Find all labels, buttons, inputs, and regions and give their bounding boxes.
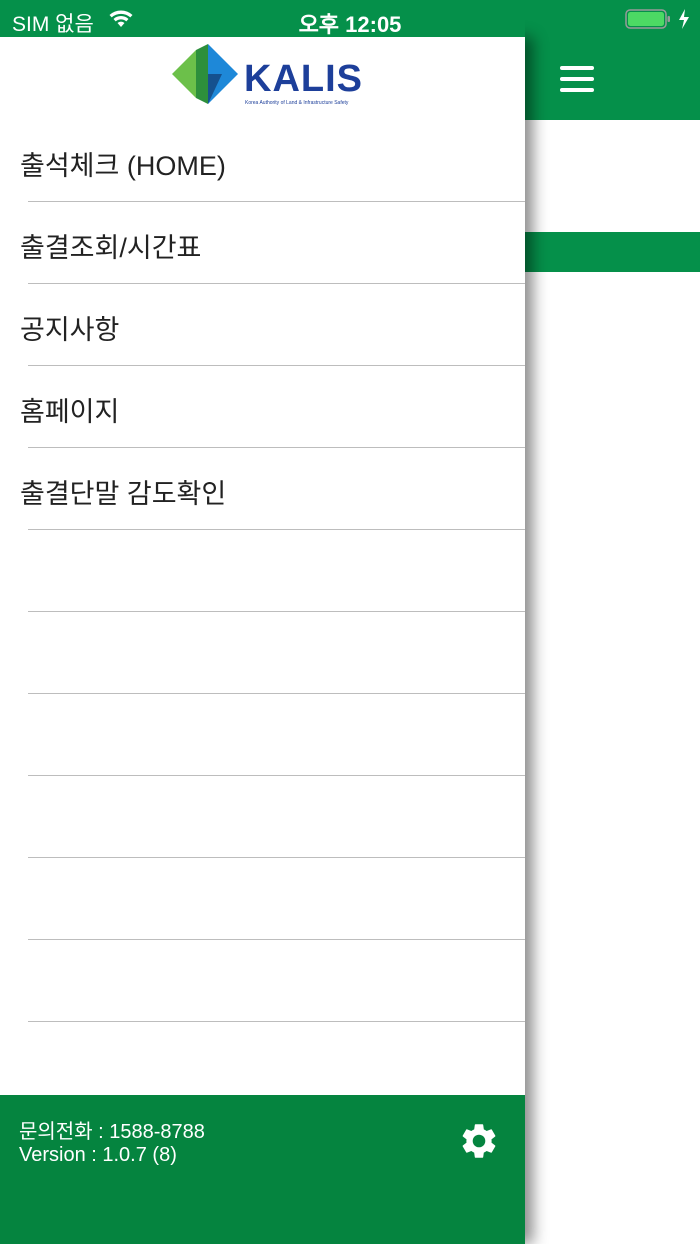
logo-subtitle: Korea Authority of Land & Infrastructure… bbox=[245, 100, 349, 106]
status-bar: SIM 없음 오후 12:05 bbox=[0, 0, 700, 37]
kalis-logo-mark bbox=[172, 44, 238, 104]
menu-item-empty bbox=[0, 858, 525, 940]
drawer-footer: 문의전화 : 1588-8788 Version : 1.0.7 (8) bbox=[0, 1095, 525, 1244]
menu-item-attendance-schedule[interactable]: 출결조회/시간표 bbox=[0, 202, 525, 284]
menu-item-empty bbox=[0, 612, 525, 694]
drawer-menu-list: 출석체크 (HOME) 출결조회/시간표 공지사항 홈페이지 출결단말 감도확인 bbox=[0, 120, 525, 1022]
charging-bolt-icon bbox=[679, 9, 689, 29]
menu-item-empty bbox=[0, 776, 525, 858]
menu-item-label: 출결조회/시간표 bbox=[20, 233, 202, 263]
menu-divider bbox=[28, 1021, 525, 1022]
menu-item-empty bbox=[0, 530, 525, 612]
menu-item-label: 출석체크 (HOME) bbox=[20, 151, 226, 181]
menu-item-terminal-sensitivity[interactable]: 출결단말 감도확인 bbox=[0, 448, 525, 530]
gear-icon[interactable] bbox=[458, 1120, 500, 1162]
app-version: Version : 1.0.7 (8) bbox=[19, 1144, 177, 1166]
main-content-panel bbox=[525, 0, 700, 1244]
logo-wordmark: KALIS bbox=[244, 58, 363, 100]
battery-icon bbox=[625, 9, 670, 29]
menu-item-attendance-home[interactable]: 출석체크 (HOME) bbox=[0, 120, 525, 202]
kalis-logo: KALIS Korea Authority of Land & Infrastr… bbox=[172, 44, 362, 110]
menu-item-homepage[interactable]: 홈페이지 bbox=[0, 366, 525, 448]
status-time: 오후 12:05 bbox=[298, 12, 402, 37]
menu-item-label: 홈페이지 bbox=[20, 397, 120, 427]
menu-item-label: 출결단말 감도확인 bbox=[20, 479, 227, 509]
menu-item-empty bbox=[0, 940, 525, 1022]
navigation-drawer: KALIS Korea Authority of Land & Infrastr… bbox=[0, 37, 525, 1244]
menu-item-label: 공지사항 bbox=[20, 315, 120, 345]
menu-item-empty bbox=[0, 694, 525, 776]
main-green-bar bbox=[525, 232, 700, 272]
menu-item-notices[interactable]: 공지사항 bbox=[0, 284, 525, 366]
contact-phone: 문의전화 : 1588-8788 bbox=[19, 1121, 205, 1143]
hamburger-menu-icon[interactable] bbox=[560, 66, 594, 92]
